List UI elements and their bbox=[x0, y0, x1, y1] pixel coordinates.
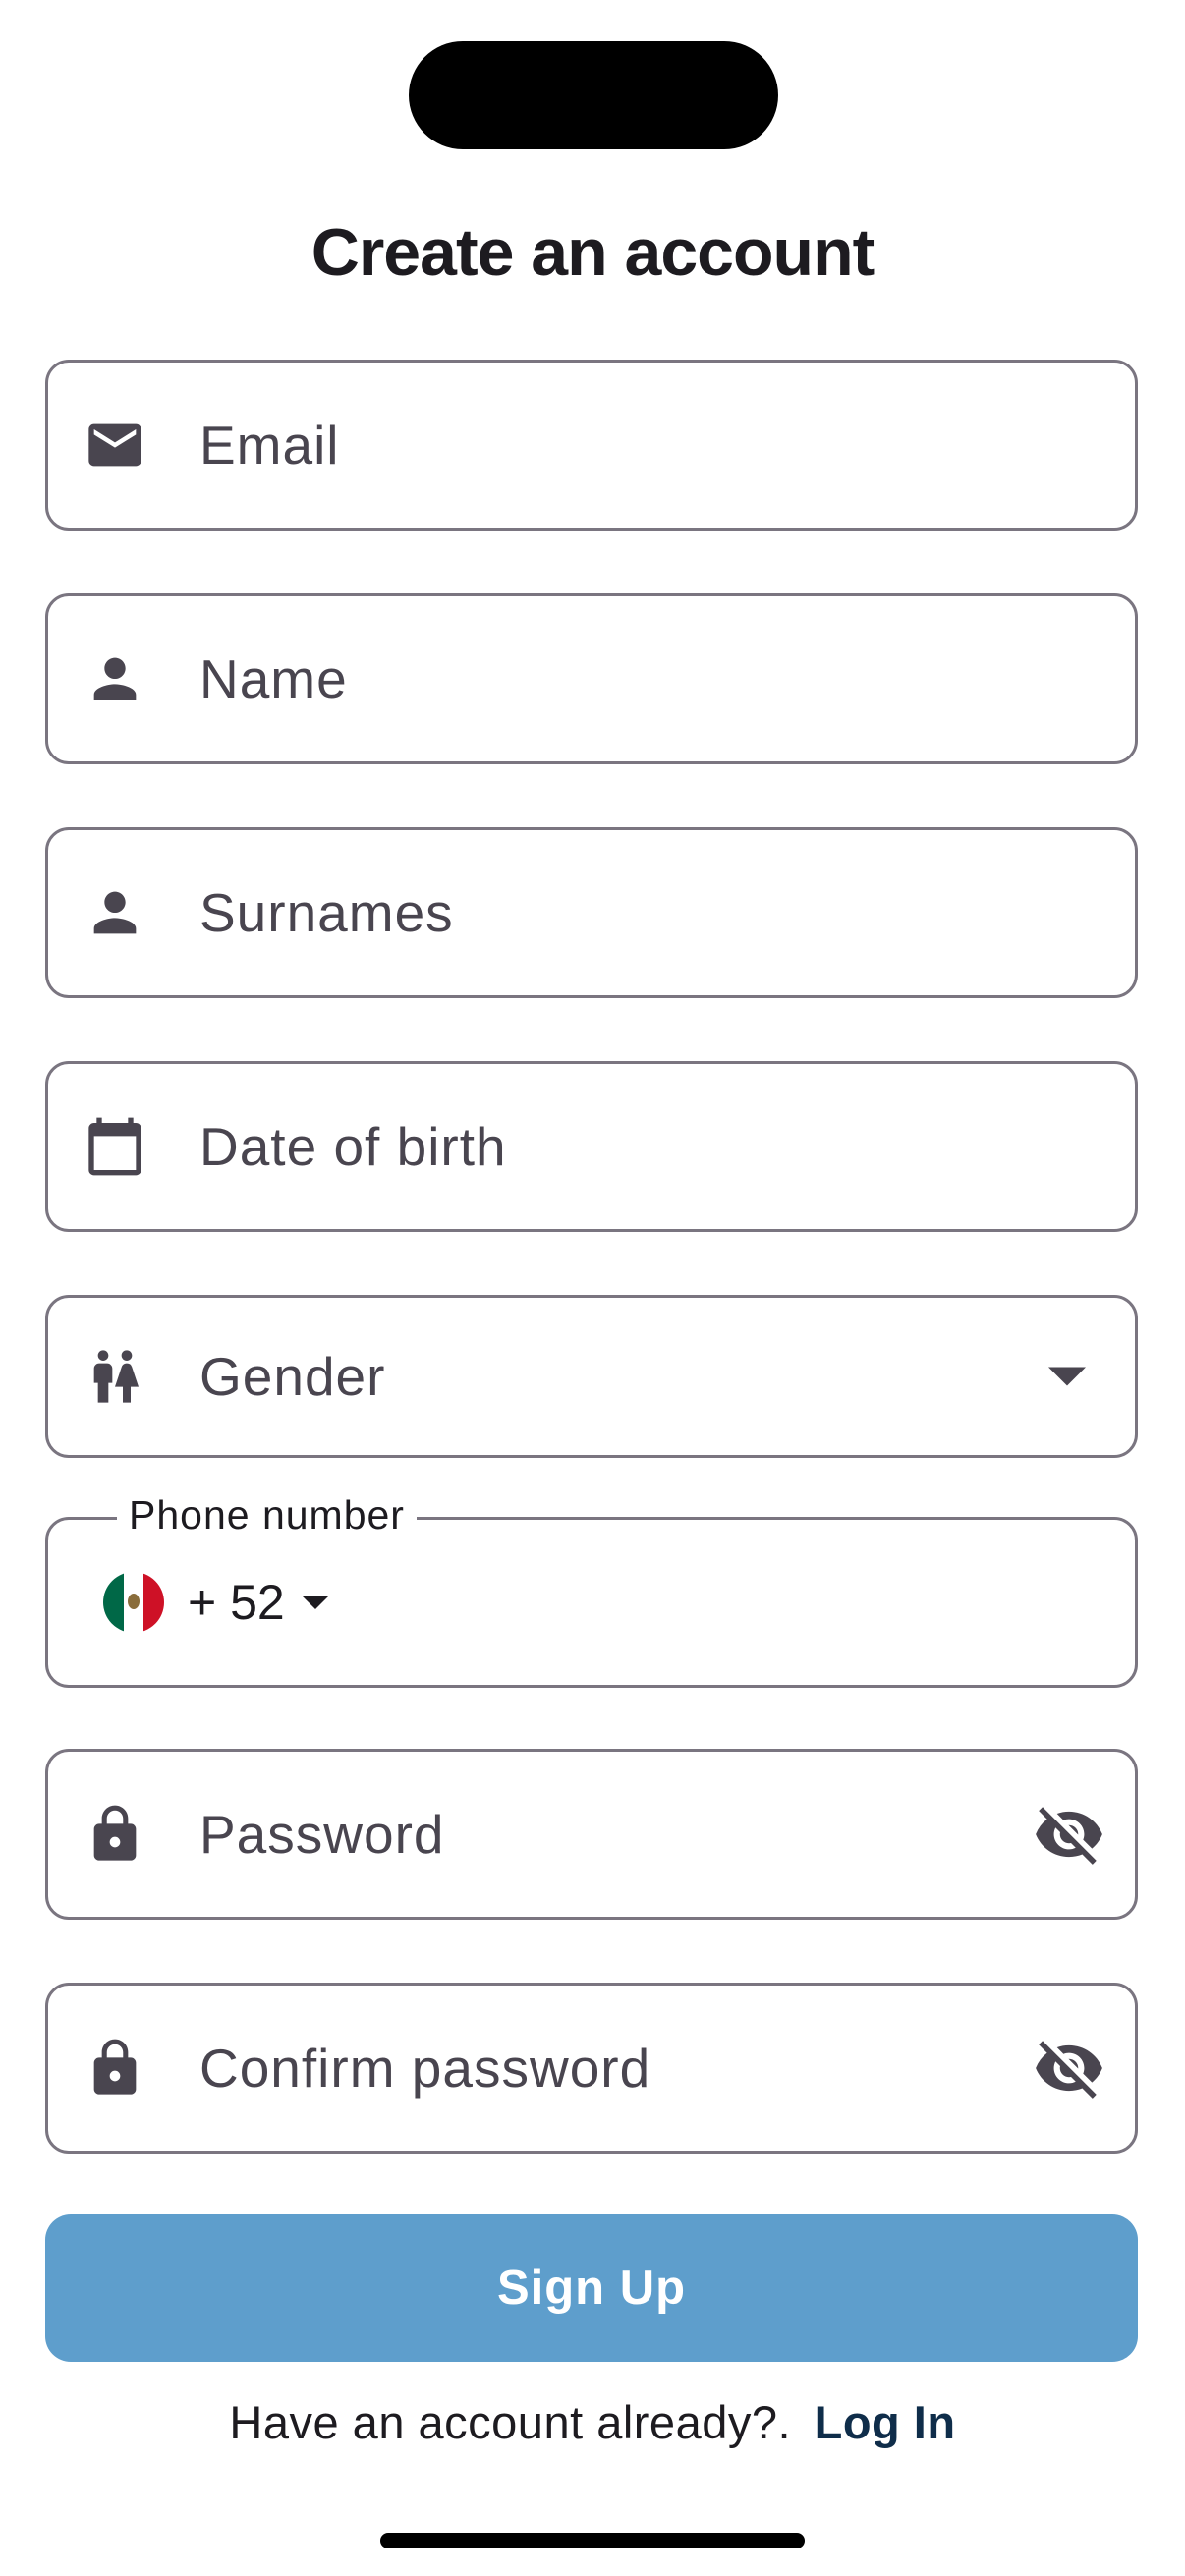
mexico-flag-icon bbox=[103, 1572, 164, 1633]
mail-icon bbox=[84, 414, 146, 476]
date-of-birth-field[interactable] bbox=[45, 1061, 1138, 1232]
confirm-password-field[interactable] bbox=[45, 1983, 1138, 2154]
gender-dropdown[interactable]: Gender bbox=[45, 1295, 1138, 1458]
home-indicator bbox=[380, 2533, 805, 2548]
dynamic-island bbox=[409, 41, 778, 149]
country-code: + 52 bbox=[188, 1575, 285, 1630]
date-of-birth-input[interactable] bbox=[199, 1064, 1007, 1229]
name-input[interactable] bbox=[199, 596, 1007, 761]
name-field[interactable] bbox=[45, 593, 1138, 764]
caret-down-icon bbox=[302, 1596, 328, 1609]
sign-up-button[interactable]: Sign Up bbox=[45, 2214, 1138, 2362]
email-field[interactable] bbox=[45, 360, 1138, 531]
log-in-link[interactable]: Log In bbox=[815, 2396, 956, 2448]
visibility-off-icon[interactable] bbox=[1033, 2032, 1105, 2104]
lock-icon bbox=[84, 2037, 146, 2100]
password-field[interactable] bbox=[45, 1749, 1138, 1920]
phone-number-field[interactable]: Phone number + 52 bbox=[45, 1492, 1138, 1688]
lock-icon bbox=[84, 1803, 146, 1866]
login-prompt-text: Have an account already?. bbox=[229, 2396, 792, 2448]
person-icon bbox=[84, 647, 146, 710]
password-input[interactable] bbox=[199, 1752, 1007, 1917]
person-icon bbox=[84, 881, 146, 944]
wc-icon bbox=[84, 1345, 146, 1408]
email-input[interactable] bbox=[199, 363, 1007, 528]
login-prompt-row: Have an account already?. Log In bbox=[0, 2395, 1185, 2449]
phone-number-input[interactable] bbox=[363, 1520, 1007, 1685]
visibility-off-icon[interactable] bbox=[1033, 1798, 1105, 1871]
surnames-input[interactable] bbox=[199, 830, 1007, 995]
calendar-icon bbox=[84, 1115, 146, 1178]
gender-label: Gender bbox=[199, 1346, 386, 1407]
confirm-password-input[interactable] bbox=[199, 1986, 1007, 2151]
page-title: Create an account bbox=[310, 215, 875, 290]
chevron-down-icon bbox=[1048, 1367, 1086, 1386]
surnames-field[interactable] bbox=[45, 827, 1138, 998]
country-code-selector[interactable]: + 52 bbox=[103, 1572, 328, 1633]
